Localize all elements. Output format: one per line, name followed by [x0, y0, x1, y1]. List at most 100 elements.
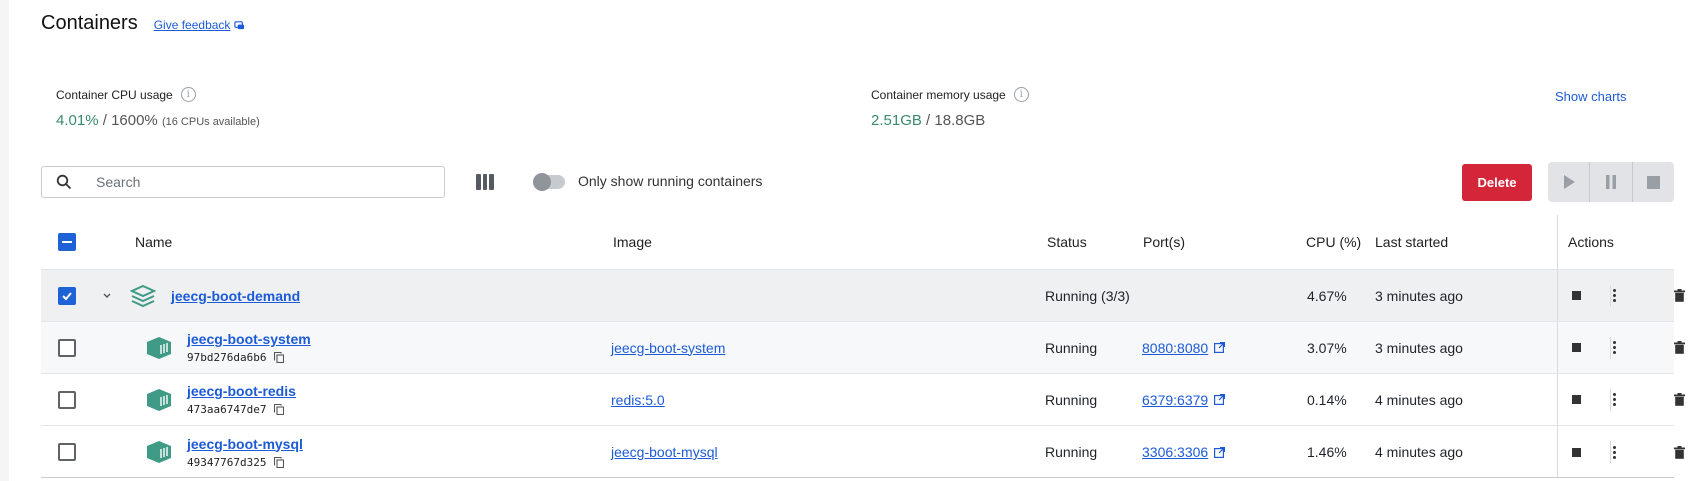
delete-row-button[interactable] — [1674, 374, 1685, 425]
play-icon — [1563, 175, 1575, 189]
stop-button[interactable] — [1633, 162, 1674, 202]
container-icon — [146, 322, 172, 373]
memory-used: 2.51GB — [871, 112, 922, 129]
pause-button[interactable] — [1590, 162, 1633, 202]
cpu-usage-label: Container CPU usage — [56, 87, 173, 102]
image-link[interactable]: jeecg-boot-system — [611, 340, 725, 356]
info-icon[interactable]: i — [180, 87, 196, 102]
compose-group-row[interactable]: jeecg-boot-demand Running (3/3) 4.67% 3 … — [41, 270, 1685, 322]
container-id: 97bd276da6b6 — [187, 351, 267, 364]
cpu-usage-value: 4.01% / 1600% (16 CPUs available) — [56, 112, 260, 129]
external-link-icon — [1214, 394, 1226, 405]
stop-row-button[interactable] — [1572, 426, 1581, 478]
port-link[interactable]: 8080:8080 — [1142, 340, 1208, 356]
trash-icon — [1674, 393, 1685, 406]
delete-row-button[interactable] — [1674, 426, 1685, 478]
container-name-link[interactable]: jeecg-boot-system — [187, 331, 311, 347]
column-header-name[interactable]: Name — [135, 215, 172, 269]
trash-icon — [1674, 341, 1685, 354]
container-icon — [146, 374, 172, 425]
kebab-icon — [1613, 341, 1616, 354]
stop-row-button[interactable] — [1572, 374, 1581, 425]
table-row[interactable]: jeecg-boot-system 97bd276da6b6 jeecg-boo… — [41, 322, 1685, 374]
search-box[interactable] — [41, 166, 445, 198]
delete-row-button[interactable] — [1674, 270, 1685, 321]
memory-usage-value: 2.51GB / 18.8GB — [871, 112, 1029, 129]
container-status: Running — [1045, 391, 1098, 408]
external-link-icon — [1214, 342, 1226, 353]
kebab-icon — [1613, 393, 1616, 406]
memory-usage-stat: Container memory usage i 2.51GB / 18.8GB — [871, 87, 1029, 129]
container-cpu: 0.14% — [1307, 391, 1347, 408]
image-link[interactable]: jeecg-boot-mysql — [611, 444, 718, 460]
more-options-button[interactable] — [1613, 426, 1616, 478]
group-last-started: 3 minutes ago — [1375, 287, 1463, 304]
trash-icon — [1674, 289, 1685, 302]
more-options-button[interactable] — [1613, 270, 1616, 321]
delete-button[interactable]: Delete — [1462, 164, 1532, 201]
running-only-toggle[interactable] — [533, 173, 565, 191]
cpu-note: (16 CPUs available) — [161, 116, 260, 128]
select-all-checkbox[interactable] — [58, 233, 76, 251]
container-name-link[interactable]: jeecg-boot-mysql — [187, 436, 303, 452]
container-last-started: 4 minutes ago — [1375, 444, 1463, 460]
port-link[interactable]: 3306:3306 — [1142, 444, 1208, 460]
start-button[interactable] — [1548, 162, 1591, 202]
give-feedback-link[interactable]: Give feedback — [154, 18, 246, 32]
running-only-label: Only show running containers — [578, 173, 763, 189]
container-id: 49347767d325 — [187, 455, 267, 469]
external-link-icon — [1214, 446, 1226, 458]
chevron-down-icon[interactable] — [102, 270, 112, 321]
stop-icon — [1572, 291, 1581, 300]
left-edge-bar — [0, 0, 9, 481]
stop-row-button[interactable] — [1572, 322, 1581, 373]
page-header: Containers Give feedback — [41, 12, 245, 35]
stop-row-button[interactable] — [1572, 270, 1581, 321]
port-link[interactable]: 6379:6379 — [1142, 392, 1208, 408]
more-options-button[interactable] — [1613, 374, 1616, 425]
copy-icon[interactable] — [274, 404, 285, 415]
bulk-action-buttons — [1548, 162, 1674, 202]
row-checkbox[interactable] — [58, 390, 76, 409]
trash-icon — [1674, 445, 1685, 459]
table-row[interactable]: jeecg-boot-redis 473aa6747de7 redis:5.0 … — [41, 374, 1685, 426]
table-row[interactable]: jeecg-boot-mysql 49347767d325 jeecg-boot… — [41, 426, 1685, 478]
column-header-last-started[interactable]: Last started — [1375, 215, 1448, 269]
row-checkbox[interactable] — [58, 338, 76, 357]
kebab-icon — [1613, 289, 1616, 302]
row-checkbox[interactable] — [58, 443, 76, 461]
column-header-cpu[interactable]: CPU (%) — [1306, 215, 1361, 269]
search-icon — [56, 174, 72, 190]
group-cpu: 4.67% — [1307, 287, 1347, 304]
copy-icon[interactable] — [274, 456, 285, 468]
container-last-started: 3 minutes ago — [1375, 339, 1463, 356]
show-charts-link[interactable]: Show charts — [1555, 89, 1627, 104]
search-input[interactable] — [96, 174, 396, 190]
columns-icon[interactable] — [476, 174, 495, 190]
column-header-image[interactable]: Image — [613, 215, 652, 269]
container-status: Running — [1045, 339, 1098, 356]
info-icon[interactable]: i — [1013, 87, 1029, 102]
table-bottom-border — [41, 477, 1674, 478]
more-options-button[interactable] — [1613, 322, 1616, 373]
kebab-icon — [1613, 445, 1616, 459]
row-checkbox[interactable] — [58, 286, 76, 305]
column-header-ports[interactable]: Port(s) — [1143, 215, 1185, 269]
memory-usage-label: Container memory usage — [871, 87, 1006, 102]
group-status: Running (3/3) — [1045, 287, 1130, 304]
cpu-used: 4.01% — [56, 112, 99, 129]
delete-row-button[interactable] — [1674, 322, 1685, 373]
table-header-row: Name Image Status Port(s) CPU (%) Last s… — [41, 215, 1674, 270]
group-name-link[interactable]: jeecg-boot-demand — [171, 288, 300, 304]
containers-table: Name Image Status Port(s) CPU (%) Last s… — [41, 215, 1685, 478]
column-header-status[interactable]: Status — [1047, 215, 1087, 269]
container-cpu: 1.46% — [1307, 444, 1347, 460]
feedback-icon — [234, 20, 245, 29]
image-link[interactable]: redis:5.0 — [611, 392, 665, 408]
container-id: 473aa6747de7 — [187, 403, 267, 416]
container-icon — [146, 426, 172, 478]
copy-icon[interactable] — [274, 352, 285, 363]
container-name-link[interactable]: jeecg-boot-redis — [187, 383, 296, 399]
cpu-usage-stat: Container CPU usage i 4.01% / 1600% (16 … — [56, 87, 260, 129]
stack-icon — [130, 270, 156, 321]
